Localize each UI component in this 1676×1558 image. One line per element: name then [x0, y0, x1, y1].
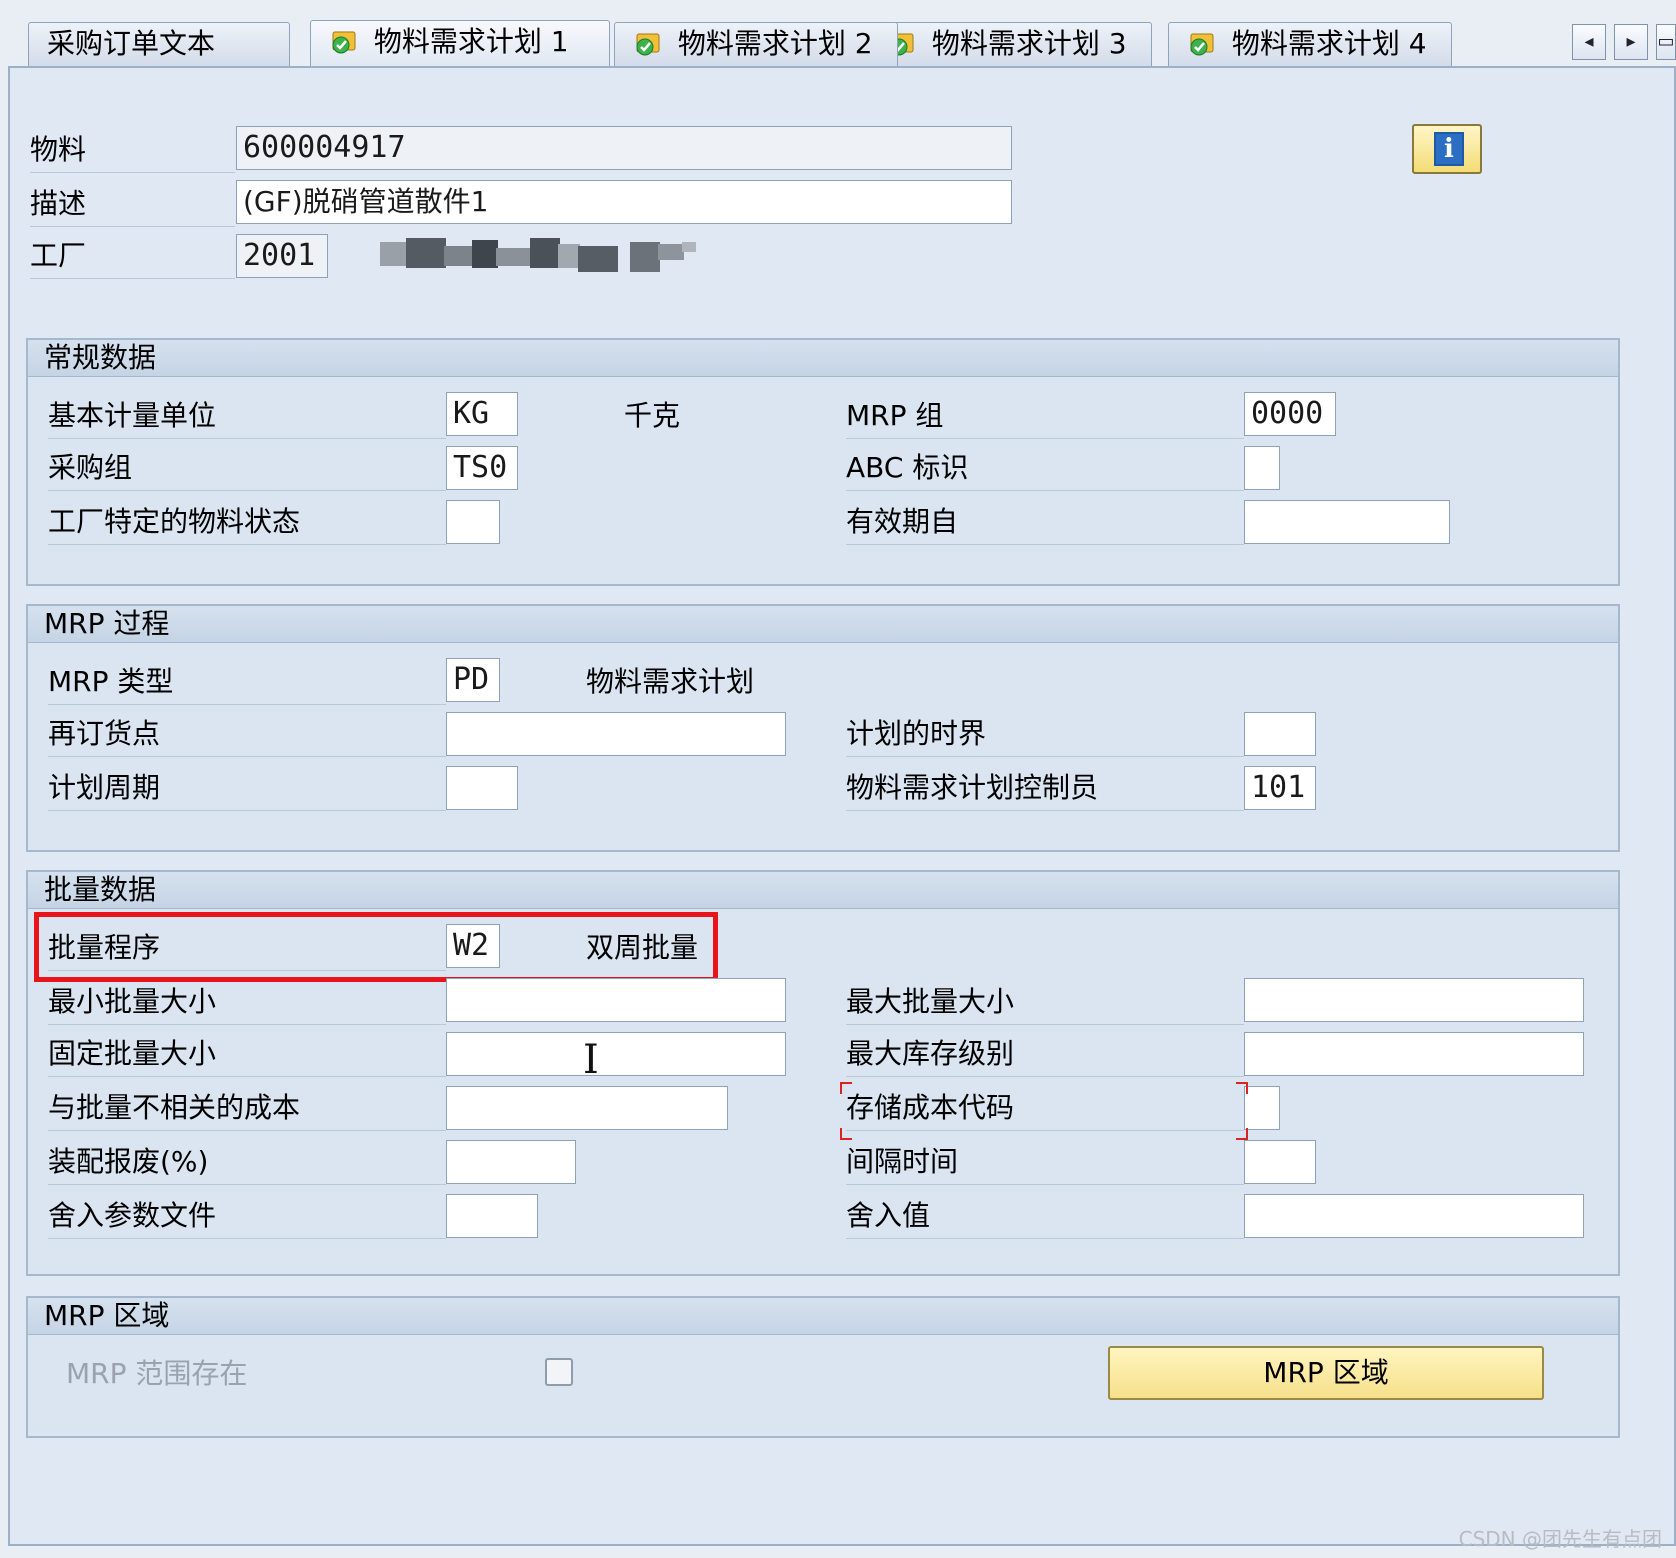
- material-label: 物料: [30, 128, 235, 173]
- description-label: 描述: [30, 182, 235, 227]
- assembly-scrap-label: 装配报废(%): [48, 1140, 446, 1185]
- mrp-controller-field[interactable]: 101: [1244, 766, 1316, 810]
- focus-corner: [1236, 1082, 1248, 1094]
- tab-scroll-left-button[interactable]: ◂: [1572, 24, 1606, 60]
- material-field[interactable]: 600004917: [236, 126, 1012, 170]
- takt-time-field[interactable]: [1244, 1140, 1316, 1184]
- focus-corner: [1236, 1128, 1248, 1140]
- base-uom-text: 千克: [624, 399, 681, 432]
- max-lot-size-label: 最大批量大小: [846, 980, 1244, 1025]
- mrp-group-field[interactable]: 0000: [1244, 392, 1336, 436]
- focus-corner: [840, 1128, 852, 1140]
- group-title: MRP 区域: [28, 1298, 1618, 1335]
- planning-cycle-label: 计划周期: [48, 766, 446, 811]
- max-lot-size-field[interactable]: [1244, 978, 1584, 1022]
- info-icon: i: [1434, 132, 1464, 166]
- rounding-value-field[interactable]: [1244, 1194, 1584, 1238]
- assembly-scrap-field[interactable]: [446, 1140, 576, 1184]
- plant-status-label: 工厂特定的物料状态: [48, 500, 446, 545]
- planning-time-fence-label: 计划的时界: [846, 712, 1244, 757]
- lot-independent-costs-field[interactable]: [446, 1086, 728, 1130]
- group-title: 批量数据: [28, 872, 1618, 909]
- mrp-controller-label: 物料需求计划控制员: [846, 766, 1244, 811]
- tab-list-button[interactable]: ▭: [1656, 24, 1676, 60]
- focus-corner: [840, 1082, 852, 1094]
- rounding-value-label: 舍入值: [846, 1194, 1244, 1239]
- mrp-type-field[interactable]: PD: [446, 658, 500, 702]
- planning-time-fence-field[interactable]: [1244, 712, 1316, 756]
- tab-label: 采购订单文本: [47, 27, 216, 60]
- tab-list-icon: ▭: [1657, 31, 1675, 52]
- text-cursor-icon: I: [583, 1037, 599, 1083]
- lot-independent-costs-label: 与批量不相关的成本: [48, 1086, 446, 1131]
- tab-label: 物料需求计划 4: [1231, 27, 1427, 60]
- tab-label: 物料需求计划 2: [677, 27, 873, 60]
- mrp-area-exists-label: MRP 范围存在: [66, 1357, 248, 1390]
- mrp-area-button[interactable]: MRP 区域: [1108, 1346, 1544, 1400]
- arrow-right-icon: ▸: [1626, 31, 1636, 52]
- plant-label: 工厂: [30, 234, 235, 279]
- tab-po-text[interactable]: 采购订单文本: [28, 22, 290, 66]
- mrp-group-label: MRP 组: [846, 394, 1244, 439]
- max-stock-level-field[interactable]: [1244, 1032, 1584, 1076]
- mrp-area-exists-checkbox[interactable]: [545, 1358, 573, 1386]
- mrp-status-icon: [329, 25, 359, 54]
- min-lot-size-label: 最小批量大小: [48, 980, 446, 1025]
- abc-indicator-label: ABC 标识: [846, 446, 1244, 491]
- tab-label: 物料需求计划 3: [931, 27, 1127, 60]
- mrp-status-icon: [1187, 27, 1217, 56]
- fixed-lot-size-label: 固定批量大小: [48, 1032, 446, 1077]
- tab-mrp-3[interactable]: 物料需求计划 3: [868, 22, 1152, 66]
- fixed-lot-size-field[interactable]: [446, 1032, 786, 1076]
- tab-label: 物料需求计划 1: [373, 25, 569, 58]
- group-title: MRP 过程: [28, 606, 1618, 643]
- highlight-box: [34, 912, 718, 982]
- tab-scroll-right-button[interactable]: ▸: [1614, 24, 1648, 60]
- purchasing-group-field[interactable]: TS0: [446, 446, 518, 490]
- mrp-type-text: 物料需求计划: [586, 665, 755, 698]
- reorder-point-field[interactable]: [446, 712, 786, 756]
- storage-cost-code-field[interactable]: [1244, 1086, 1280, 1130]
- info-button[interactable]: i: [1412, 124, 1482, 174]
- plant-name-blurred: [380, 232, 710, 276]
- tab-mrp-4[interactable]: 物料需求计划 4: [1168, 22, 1452, 66]
- abc-indicator-field[interactable]: [1244, 446, 1280, 490]
- mrp-type-label: MRP 类型: [48, 660, 446, 705]
- watermark: CSDN @团先生有点团: [1458, 1527, 1662, 1551]
- purchasing-group-label: 采购组: [48, 446, 446, 491]
- planning-cycle-field[interactable]: [446, 766, 518, 810]
- description-field[interactable]: (GF)脱硝管道散件1: [236, 180, 1012, 224]
- min-lot-size-field[interactable]: [446, 978, 786, 1022]
- rounding-profile-label: 舍入参数文件: [48, 1194, 446, 1239]
- group-title: 常规数据: [28, 340, 1618, 377]
- base-uom-label: 基本计量单位: [48, 394, 446, 439]
- storage-cost-code-label: 存储成本代码: [846, 1086, 1244, 1131]
- plant-status-field[interactable]: [446, 500, 500, 544]
- takt-time-label: 间隔时间: [846, 1140, 1244, 1185]
- valid-from-field[interactable]: [1244, 500, 1450, 544]
- plant-field[interactable]: 2001: [236, 234, 328, 278]
- mrp-status-icon: [633, 27, 663, 56]
- max-stock-level-label: 最大库存级别: [846, 1032, 1244, 1077]
- tab-mrp-1[interactable]: 物料需求计划 1: [310, 20, 610, 68]
- tab-strip: 采购订单文本 物料需求计划 3 物料需求计划 4 物料需求计划 2 物料需求计划…: [0, 0, 1676, 68]
- arrow-left-icon: ◂: [1584, 31, 1594, 52]
- rounding-profile-field[interactable]: [446, 1194, 538, 1238]
- reorder-point-label: 再订货点: [48, 712, 446, 757]
- valid-from-label: 有效期自: [846, 500, 1244, 545]
- tab-mrp-2[interactable]: 物料需求计划 2: [614, 22, 898, 66]
- base-uom-field[interactable]: KG: [446, 392, 518, 436]
